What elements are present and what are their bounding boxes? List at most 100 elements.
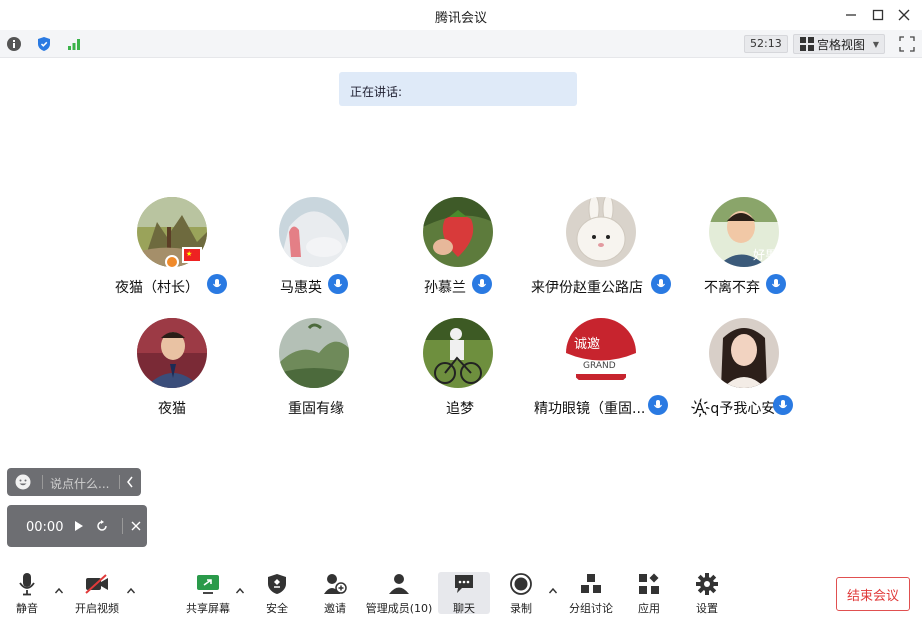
mute-button[interactable]: 静音 (12, 571, 42, 617)
meeting-timer: 52:13 (744, 35, 788, 53)
participant-name: 夜猫（村长） (115, 280, 199, 296)
avatar (709, 318, 779, 388)
meeting-toolbar: 静音 开启视频 共享屏幕 安全 邀请 管理成员(10) 聊天 录制 分组讨论 应… (0, 563, 922, 617)
participant-tile[interactable]: 诚邀 GRAND 精功眼镜（重固... (531, 318, 671, 428)
fullscreen-icon[interactable] (899, 36, 915, 52)
participant-name: 不离不弃 (704, 280, 760, 296)
breakout-label: 分组讨论 (569, 602, 613, 615)
apps-button[interactable]: 应用 (635, 571, 663, 617)
chevron-up-icon[interactable] (548, 586, 558, 596)
mic-icon (773, 395, 793, 415)
signal-icon[interactable] (66, 36, 82, 52)
host-badge-icon (165, 255, 179, 269)
security-button[interactable]: 安全 (263, 571, 291, 617)
participant-name: 孙慕兰 (424, 280, 466, 296)
participant-name: 马惠英 (280, 280, 322, 296)
record-label: 录制 (510, 602, 532, 615)
mic-icon (766, 274, 786, 294)
chevron-up-icon[interactable] (54, 586, 64, 596)
microphone-icon (14, 571, 40, 597)
view-mode-select[interactable]: 宫格视图 ▼ (793, 34, 885, 54)
participant-name: 重固有缘 (288, 401, 344, 417)
minimize-button[interactable] (840, 4, 862, 26)
speaking-label: 正在讲话: (350, 85, 403, 99)
mic-icon (328, 274, 348, 294)
breakout-button[interactable]: 分组讨论 (568, 571, 614, 617)
meeting-info-bar: 52:13 宫格视图 ▼ (0, 30, 922, 58)
replay-icon[interactable] (94, 518, 110, 534)
participant-name: 追梦 (446, 401, 474, 417)
security-label: 安全 (266, 602, 288, 615)
participant-tile[interactable]: 马惠英 (244, 197, 384, 307)
add-user-icon (322, 571, 348, 597)
invite-button[interactable]: 邀请 (321, 571, 349, 617)
avatar (423, 197, 493, 267)
video-off-icon (84, 571, 110, 597)
settings-button[interactable]: 设置 (693, 571, 721, 617)
participant-tile[interactable]: 来伊份赵重公路店 (531, 197, 671, 307)
chat-quick-input[interactable]: 说点什么... (7, 468, 141, 496)
participant-tile[interactable]: A҉q予我心安 (674, 318, 814, 428)
close-button[interactable] (893, 4, 915, 26)
close-icon[interactable] (128, 518, 144, 534)
chat-label: 聊天 (453, 602, 475, 615)
emoji-icon[interactable] (15, 474, 31, 490)
svg-text:好男: 好男 (753, 248, 777, 262)
share-screen-label: 共享屏幕 (186, 602, 230, 615)
apps-icon (636, 571, 662, 597)
manage-members-button[interactable]: 管理成员(10) (366, 571, 432, 617)
participant-tile[interactable]: 好男 不离不弃 (674, 197, 814, 307)
play-icon[interactable] (70, 518, 86, 534)
invite-label: 邀请 (324, 602, 346, 615)
chevron-left-icon[interactable] (125, 474, 137, 490)
chevron-up-icon[interactable] (126, 586, 136, 596)
end-meeting-button[interactable]: 结束会议 (836, 577, 910, 611)
participant-name: A҉q予我心安 (695, 401, 776, 417)
avatar: 诚邀 GRAND (566, 318, 636, 388)
divider (42, 475, 43, 489)
participant-tile[interactable]: ★ 夜猫（村长） (102, 197, 242, 307)
avatar (423, 318, 493, 388)
record-icon (508, 571, 534, 597)
apps-label: 应用 (638, 602, 660, 615)
chat-icon (451, 571, 477, 597)
chevron-up-icon[interactable] (235, 586, 245, 596)
chevron-down-icon: ▼ (872, 39, 879, 49)
grid-view-icon (800, 37, 814, 51)
svg-text:诚邀: 诚邀 (574, 337, 600, 352)
divider (122, 518, 123, 534)
mic-icon (207, 274, 227, 294)
mic-icon (648, 395, 668, 415)
shield-icon (264, 571, 290, 597)
participant-name: 夜猫 (158, 401, 186, 417)
participant-tile[interactable]: 夜猫 (102, 318, 242, 428)
participant-tile[interactable]: 孙慕兰 (388, 197, 528, 307)
mute-label: 静音 (16, 602, 38, 615)
player-time: 00:00 (26, 520, 64, 535)
participant-name: 来伊份赵重公路店 (531, 280, 643, 296)
flag-icon: ★ (182, 247, 202, 263)
audio-player: 00:00 (7, 505, 147, 547)
share-screen-button[interactable]: 共享屏幕 (185, 571, 231, 617)
shield-icon[interactable] (36, 36, 52, 52)
maximize-button[interactable] (867, 4, 889, 26)
avatar (279, 318, 349, 388)
chat-button[interactable]: 聊天 (448, 571, 480, 617)
avatar (137, 318, 207, 388)
title-bar: 腾讯会议 (0, 0, 922, 30)
info-icon[interactable] (6, 36, 22, 52)
record-button[interactable]: 录制 (507, 571, 535, 617)
speaking-indicator: 正在讲话: (339, 72, 577, 106)
members-icon (386, 571, 412, 597)
chat-placeholder[interactable]: 说点什么... (50, 475, 109, 492)
svg-text:GRAND: GRAND (583, 361, 616, 371)
video-button[interactable]: 开启视频 (74, 571, 120, 617)
settings-label: 设置 (696, 602, 718, 615)
share-screen-icon (195, 571, 221, 597)
window-title: 腾讯会议 (434, 11, 487, 26)
participant-tile[interactable]: 重固有缘 (244, 318, 384, 428)
avatar (566, 197, 636, 267)
participant-name: 精功眼镜（重固... (534, 401, 646, 417)
participant-tile[interactable]: 追梦 (388, 318, 528, 428)
view-mode-label: 宫格视图 (817, 37, 866, 52)
